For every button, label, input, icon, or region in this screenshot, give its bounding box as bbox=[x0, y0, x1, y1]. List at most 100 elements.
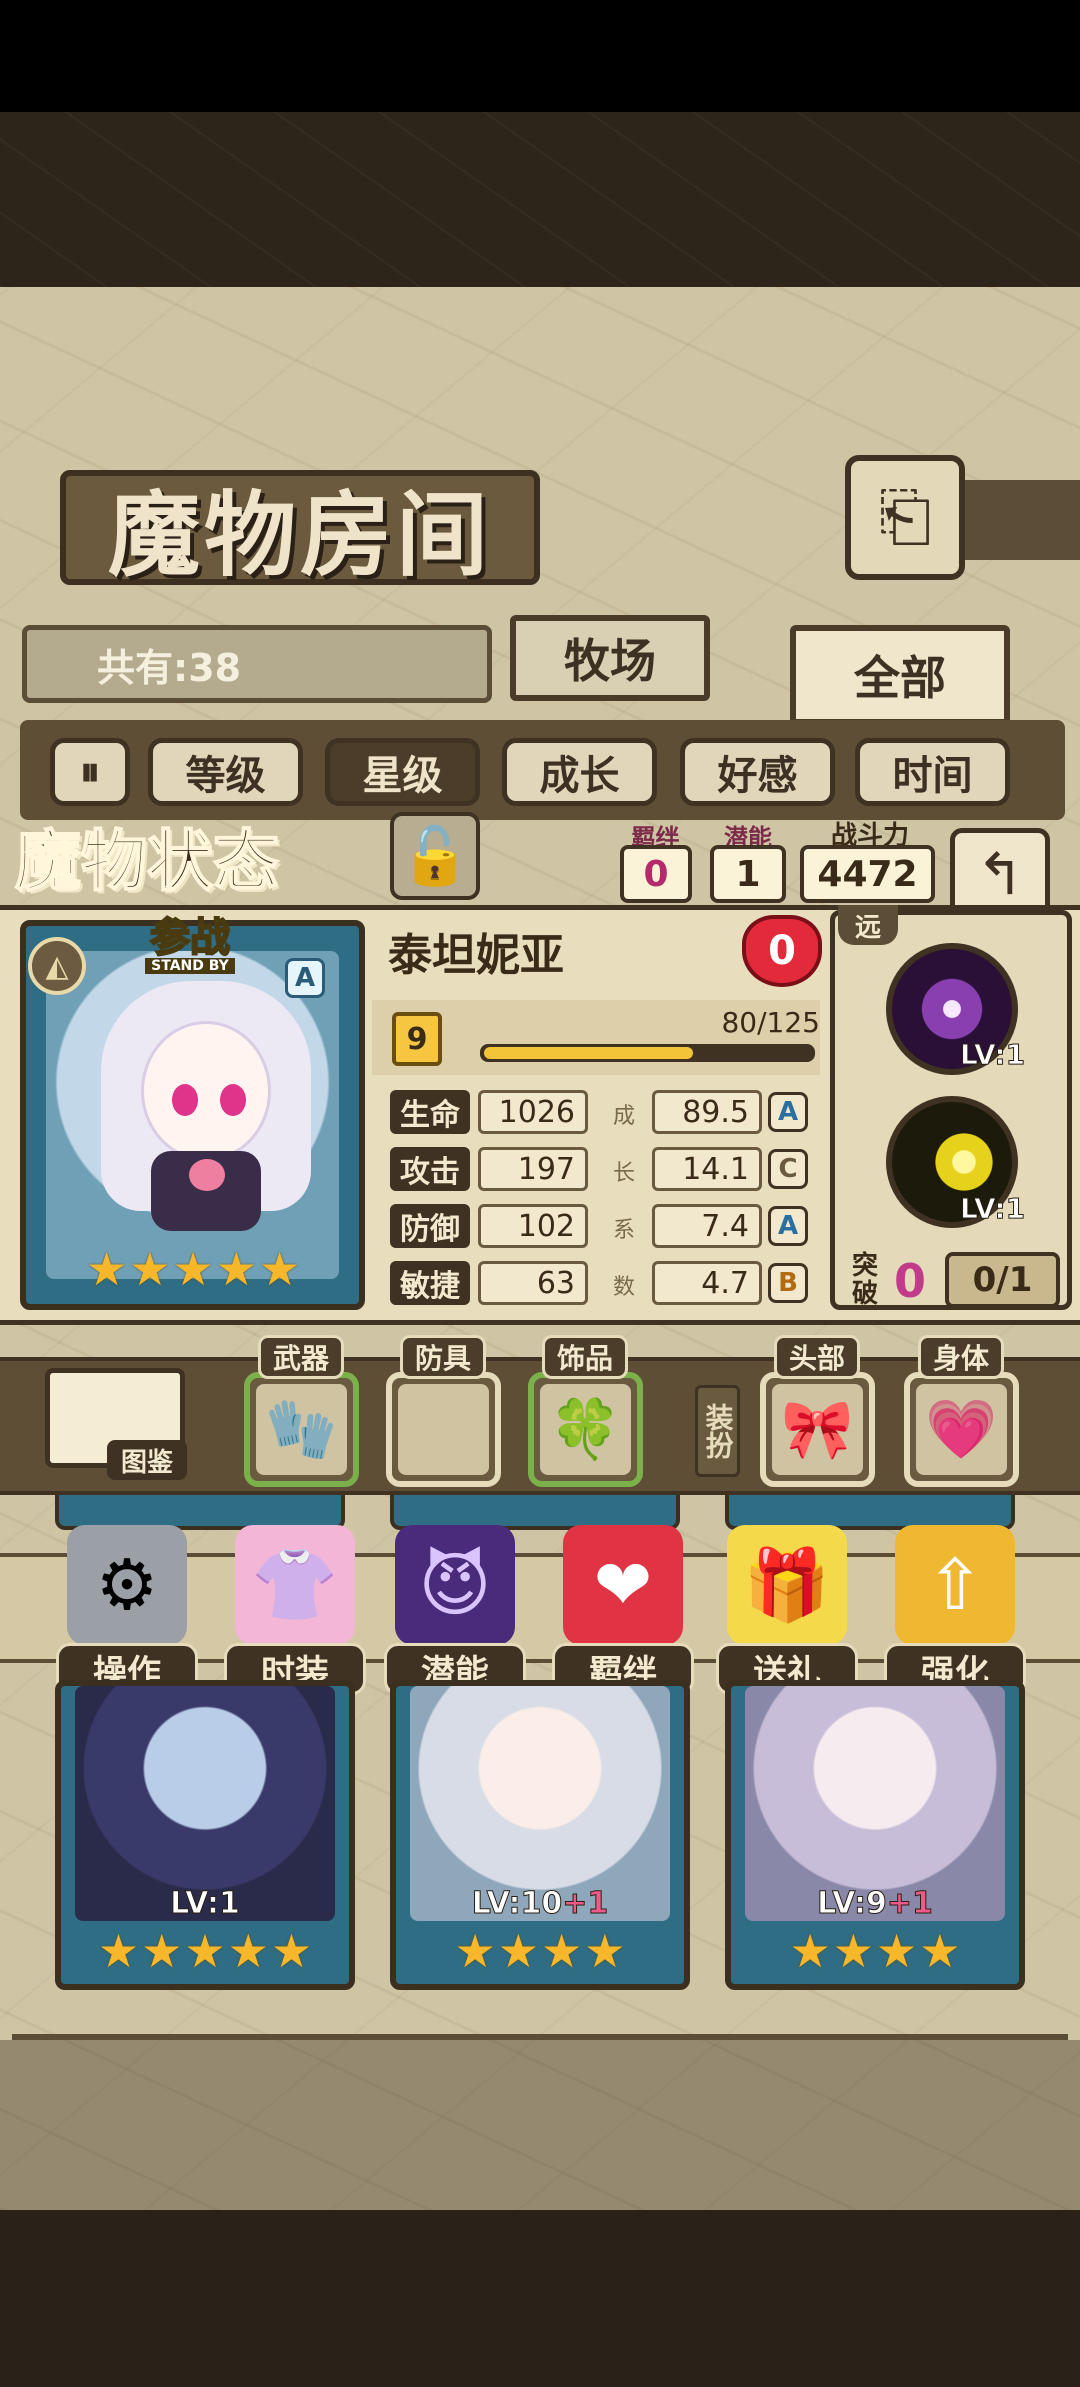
head-slot[interactable]: 🎀 bbox=[760, 1372, 875, 1487]
card-grid-frame bbox=[12, 2000, 1068, 2040]
body-slot[interactable]: 💗 bbox=[904, 1372, 1019, 1487]
weapon-label: 武器 bbox=[258, 1335, 345, 1379]
sort-star[interactable]: 星级 bbox=[325, 738, 480, 806]
star-icon: ★ bbox=[97, 1924, 140, 1978]
growth-value: 7.4 bbox=[652, 1204, 762, 1248]
stat-label: 防御 bbox=[390, 1204, 470, 1248]
back-arrow-icon: ⎗ bbox=[878, 478, 932, 555]
bottom-shade bbox=[0, 2040, 1080, 2210]
rank-badge: A bbox=[285, 958, 325, 998]
sort-time[interactable]: 时间 bbox=[855, 738, 1010, 806]
stat-label: 攻击 bbox=[390, 1147, 470, 1191]
power-value: 4472 bbox=[800, 845, 935, 903]
breakthrough-progress[interactable]: 0/1 bbox=[945, 1252, 1060, 1308]
star-icon: ★ bbox=[919, 1924, 961, 1978]
stat-value: 102 bbox=[478, 1204, 588, 1248]
stat-label: 生命 bbox=[390, 1090, 470, 1134]
header-bar-right bbox=[965, 480, 1080, 560]
gift-icon: 🎁 bbox=[727, 1525, 847, 1645]
breakthrough-label: 突破 bbox=[851, 1251, 878, 1309]
enhance-button[interactable]: ⇧ 强化 bbox=[880, 1525, 1030, 1695]
star-icon: ★ bbox=[789, 1924, 831, 1978]
operate-button[interactable]: ⚙ 操作 bbox=[52, 1525, 202, 1695]
tab-ranch[interactable]: 牧场 bbox=[510, 615, 710, 701]
star-icon: ★ bbox=[259, 1242, 301, 1296]
weapon-slot[interactable]: 🧤 bbox=[244, 1372, 359, 1487]
dress-label: 装扮 bbox=[695, 1385, 740, 1477]
exp-text: 80/125 bbox=[721, 1006, 820, 1039]
star-icon: ★ bbox=[129, 1242, 171, 1296]
potential-value: 1 bbox=[710, 845, 786, 903]
star-icon: ★ bbox=[832, 1924, 874, 1978]
bond-button[interactable]: ❤ 羁绊 bbox=[548, 1525, 698, 1695]
status-title: 魔物状态 bbox=[14, 821, 280, 901]
clover-icon: 🍀 bbox=[540, 1384, 631, 1475]
star-icon: ★ bbox=[270, 1924, 313, 1978]
lock-icon[interactable]: 🔓 bbox=[390, 812, 480, 900]
growth-grade: C bbox=[768, 1149, 808, 1189]
demon-icon: 😈 bbox=[395, 1525, 515, 1645]
star-icon: ★ bbox=[584, 1924, 626, 1978]
potential-button[interactable]: 😈 潜能 bbox=[380, 1525, 530, 1695]
growth-grade: A bbox=[768, 1206, 808, 1246]
star-icon: ★ bbox=[215, 1242, 257, 1296]
growth-value: 14.1 bbox=[652, 1147, 762, 1191]
growth-char: 数 bbox=[612, 1275, 635, 1300]
armor-label: 防具 bbox=[400, 1335, 487, 1379]
accessory-slot[interactable]: 🍀 bbox=[528, 1372, 643, 1487]
fashion-button[interactable]: 👚 时装 bbox=[220, 1525, 370, 1695]
star-icon: ★ bbox=[541, 1924, 583, 1978]
growth-grade: B bbox=[768, 1263, 808, 1303]
breakthrough-value: 0 bbox=[893, 1254, 926, 1308]
exp-bar-fill bbox=[484, 1047, 693, 1059]
portrait-stars: ★ ★ ★ ★ ★ bbox=[86, 1242, 300, 1296]
card-level: LV:10+1 bbox=[471, 1886, 609, 1922]
skill-2-level: LV:1 bbox=[959, 1192, 1026, 1226]
monster-card[interactable]: LV:1 ★ ★ ★ ★ ★ bbox=[55, 1680, 355, 1990]
standby-badge: 参战 STAND BY bbox=[95, 917, 285, 976]
monster-card[interactable]: LV:9+1 ★ ★ ★ ★ bbox=[725, 1680, 1025, 1990]
card-stars: ★ ★ ★ ★ bbox=[396, 1921, 684, 1981]
card-stars: ★ ★ ★ ★ ★ bbox=[61, 1921, 349, 1981]
body-label: 身体 bbox=[918, 1335, 1005, 1379]
pause-sort-icon: ⏸ bbox=[80, 749, 100, 795]
card-level: LV:9+1 bbox=[817, 1886, 934, 1922]
accessory-label: 饰品 bbox=[542, 1335, 629, 1379]
range-tag: 远 bbox=[838, 905, 898, 945]
monster-card[interactable]: LV:10+1 ★ ★ ★ ★ bbox=[390, 1680, 690, 1990]
growth-char: 系 bbox=[612, 1218, 635, 1243]
glove-icon: 🧤 bbox=[256, 1384, 347, 1475]
star-icon: ★ bbox=[184, 1924, 226, 1978]
status-bar bbox=[0, 0, 1080, 112]
tab-all[interactable]: 全部 bbox=[790, 625, 1010, 725]
room-back-button[interactable]: ⎗ bbox=[845, 455, 965, 580]
star-icon: ★ bbox=[227, 1924, 269, 1978]
star-icon: ★ bbox=[172, 1242, 214, 1296]
stat-value: 197 bbox=[478, 1147, 588, 1191]
hearts-icon: ❤ bbox=[563, 1525, 683, 1645]
bond-value: 0 bbox=[620, 845, 692, 903]
skill-1-level: LV:1 bbox=[959, 1038, 1026, 1072]
sort-level[interactable]: 等级 bbox=[148, 738, 303, 806]
stat-label: 敏捷 bbox=[390, 1261, 470, 1305]
star-icon: ★ bbox=[454, 1924, 496, 1978]
growth-value: 89.5 bbox=[652, 1090, 762, 1134]
growth-char: 长 bbox=[612, 1161, 635, 1186]
sort-order-button[interactable]: ⏸ bbox=[50, 738, 130, 806]
growth-char: 成 bbox=[612, 1104, 635, 1129]
atlas-button[interactable]: 图鉴 bbox=[45, 1358, 190, 1483]
outfit-icon: 👚 bbox=[235, 1525, 355, 1645]
level-badge: 9 bbox=[392, 1012, 442, 1066]
class-icon: ◭ bbox=[28, 937, 86, 995]
armor-slot[interactable] bbox=[386, 1372, 501, 1487]
head-label: 头部 bbox=[774, 1335, 861, 1379]
map-background-bottom bbox=[0, 2210, 1080, 2387]
sort-growth[interactable]: 成长 bbox=[502, 738, 657, 806]
stat-value: 1026 bbox=[478, 1090, 588, 1134]
growth-value: 4.7 bbox=[652, 1261, 762, 1305]
gift-button[interactable]: 🎁 送礼 bbox=[712, 1525, 862, 1695]
card-level: LV:1 bbox=[170, 1886, 241, 1922]
growth-grade: A bbox=[768, 1092, 808, 1132]
headband-icon: 🎀 bbox=[772, 1384, 863, 1475]
sort-affection[interactable]: 好感 bbox=[680, 738, 835, 806]
